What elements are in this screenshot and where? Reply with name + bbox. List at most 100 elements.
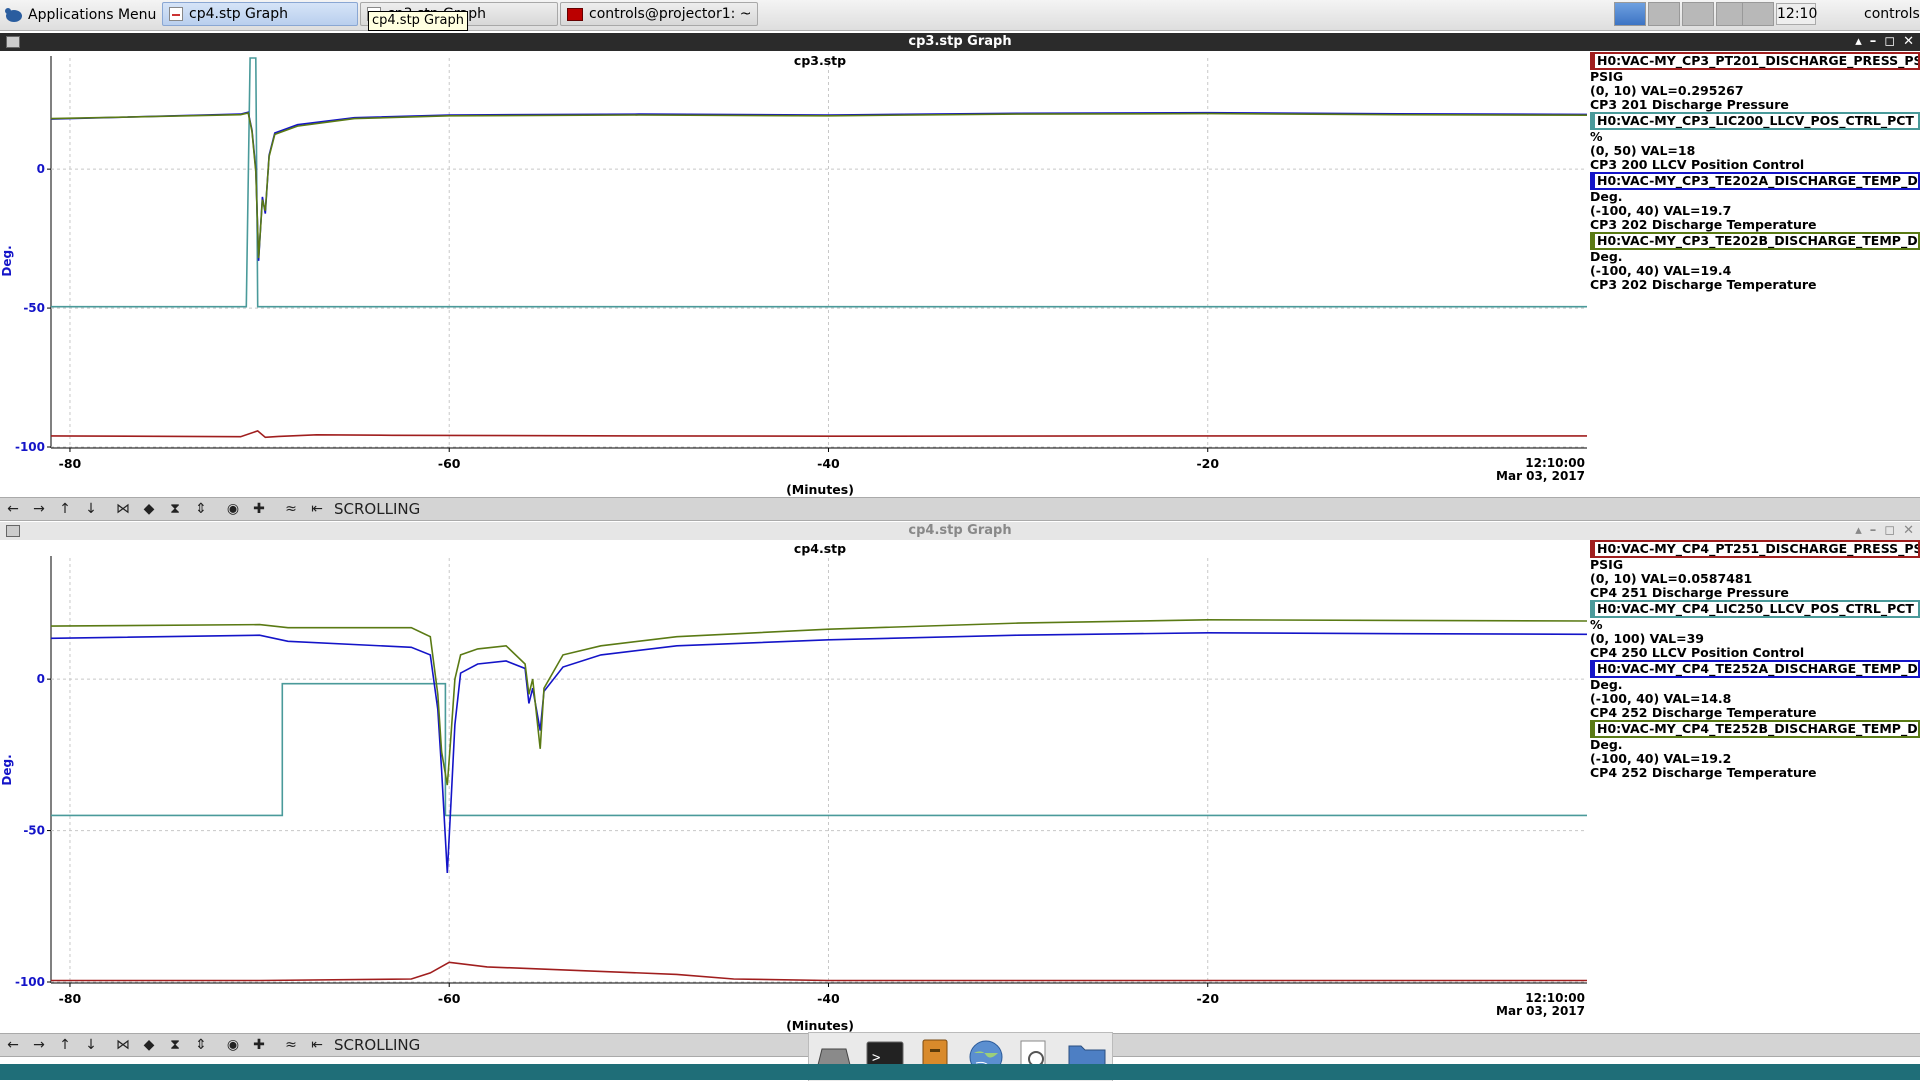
legend-channel-name[interactable]: H0:VAC-MY_CP4_PT251_DISCHARGE_PRESS_PSIG xyxy=(1590,540,1920,558)
series-line xyxy=(50,111,1587,261)
applications-menu-label: Applications Menu xyxy=(28,7,157,23)
panel-user[interactable]: controls xyxy=(1864,3,1920,25)
legend-cp3: H0:VAC-MY_CP3_PT201_DISCHARGE_PRESS_PSIG… xyxy=(1590,52,1920,292)
legend-entry: H0:VAC-MY_CP4_TE252A_DISCHARGE_TEMP_DEGC… xyxy=(1590,660,1920,720)
y-axis-label: Deg. xyxy=(0,754,14,785)
scroll-down-icon[interactable]: ↓ xyxy=(80,499,102,519)
applications-menu-button[interactable]: Applications Menu xyxy=(4,3,156,27)
zoom-in-x-icon[interactable]: ⋈ xyxy=(112,1035,134,1055)
scroll-up-icon[interactable]: ↑ xyxy=(54,499,76,519)
center-icon[interactable]: ◉ xyxy=(222,1035,244,1055)
taskbar-tooltip: cp4.stp Graph xyxy=(368,11,468,31)
window-menu-icon[interactable] xyxy=(6,36,20,48)
minimize-icon[interactable]: – xyxy=(1870,33,1877,51)
desktop-background-strip xyxy=(0,1064,1920,1080)
legend-entry: H0:VAC-MY_CP3_PT201_DISCHARGE_PRESS_PSIG… xyxy=(1590,52,1920,112)
legend-channel-name[interactable]: H0:VAC-MY_CP4_TE252B_DISCHARGE_TEMP_DEGC xyxy=(1590,720,1920,738)
zoom-out-y-icon[interactable]: ⇕ xyxy=(190,1035,212,1055)
legend-detail-line: Deg. xyxy=(1590,249,1623,264)
window-title-bar-cp3[interactable]: cp3.stp Graph ▴ – ◻ ✕ xyxy=(0,33,1920,51)
y-tick-label: -50 xyxy=(23,301,45,315)
legend-detail-line: (-100, 40) VAL=19.2 xyxy=(1590,751,1732,766)
zoom-in-y-icon[interactable]: ⧗ xyxy=(164,499,186,519)
center-icon[interactable]: ◉ xyxy=(222,499,244,519)
zoom-in-y-icon[interactable]: ⧗ xyxy=(164,1035,186,1055)
zoom-out-y-icon[interactable]: ⇕ xyxy=(190,499,212,519)
taskbar-item-label: controls@projector1: ~ xyxy=(589,6,752,22)
y-axis-label: Deg. xyxy=(0,245,14,276)
series-line xyxy=(51,57,1587,308)
taskbar-item-terminal[interactable]: controls@projector1: ~ xyxy=(560,2,758,26)
legend-detail-line: PSIG xyxy=(1590,69,1624,84)
legend-channel-name[interactable]: H0:VAC-MY_CP4_LIC250_LLCV_POS_CTRL_PCT xyxy=(1590,600,1920,618)
legend-detail-line: (0, 10) VAL=0.295267 xyxy=(1590,83,1744,98)
y-tick-label: -100 xyxy=(15,975,45,989)
date-label: Mar 03, 2017 xyxy=(1496,469,1585,483)
legend-detail-line: % xyxy=(1590,129,1603,144)
legend-detail-line: (-100, 40) VAL=19.7 xyxy=(1590,203,1732,218)
legend-channel-name[interactable]: H0:VAC-MY_CP3_PT201_DISCHARGE_PRESS_PSIG xyxy=(1590,52,1920,70)
legend-detail-line: (0, 10) VAL=0.0587481 xyxy=(1590,571,1753,586)
legend-channel-name[interactable]: H0:VAC-MY_CP3_TE202A_DISCHARGE_TEMP_DEGC xyxy=(1590,172,1920,190)
zoom-out-x-icon[interactable]: ◆ xyxy=(138,1035,160,1055)
panel-clock[interactable]: 12:10 xyxy=(1776,3,1817,25)
series-line xyxy=(50,112,1587,259)
zoom-out-x-icon[interactable]: ◆ xyxy=(138,499,160,519)
add-icon[interactable]: ✚ xyxy=(248,1035,270,1055)
scroll-left-icon[interactable]: ← xyxy=(2,1035,24,1055)
scroll-mode-label: SCROLLING xyxy=(334,1036,421,1054)
stripchart-plot-cp4[interactable]: -100 -50 0 -20 -40 -60 -80 cp4.stp Deg. (Minut… xyxy=(0,540,1587,1035)
workspace-2[interactable] xyxy=(1648,2,1680,26)
legend-channel-name[interactable]: H0:VAC-MY_CP4_TE252A_DISCHARGE_TEMP_DEGC xyxy=(1590,660,1920,678)
add-icon[interactable]: ✚ xyxy=(248,499,270,519)
legend-entry: H0:VAC-MY_CP3_TE202B_DISCHARGE_TEMP_DEGC… xyxy=(1590,232,1920,292)
legend-entry: H0:VAC-MY_CP4_TE252B_DISCHARGE_TEMP_DEGC… xyxy=(1590,720,1920,780)
legend-entry: H0:VAC-MY_CP4_LIC250_LLCV_POS_CTRL_PCT%(… xyxy=(1590,600,1920,660)
plot-title: cp3.stp xyxy=(794,53,846,68)
legend-entry: H0:VAC-MY_CP4_PT251_DISCHARGE_PRESS_PSIG… xyxy=(1590,540,1920,600)
legend-detail-line: CP3 201 Discharge Pressure xyxy=(1590,97,1789,112)
scroll-left-icon[interactable]: ← xyxy=(2,499,24,519)
autoscale-icon[interactable]: ≈ xyxy=(280,1035,302,1055)
x-axis-label: (Minutes) xyxy=(786,1018,854,1033)
legend-entry: H0:VAC-MY_CP3_TE202A_DISCHARGE_TEMP_DEGC… xyxy=(1590,172,1920,232)
series-line xyxy=(51,682,1587,817)
window-title: cp4.stp Graph xyxy=(908,523,1012,538)
close-icon[interactable]: ✕ xyxy=(1903,33,1914,51)
scroll-up-icon[interactable]: ↑ xyxy=(54,1035,76,1055)
workspace-1[interactable] xyxy=(1614,2,1646,26)
window-title-bar-cp4[interactable]: cp4.stp Graph ▴ – ◻ ✕ xyxy=(0,522,1920,540)
legend-channel-name[interactable]: H0:VAC-MY_CP3_LIC200_LLCV_POS_CTRL_PCT xyxy=(1590,112,1920,130)
rewind-icon[interactable]: ⇤ xyxy=(306,499,328,519)
legend-channel-name[interactable]: H0:VAC-MY_CP3_TE202B_DISCHARGE_TEMP_DEGC xyxy=(1590,232,1920,250)
scroll-mode-label: SCROLLING xyxy=(334,500,421,518)
date-label: Mar 03, 2017 xyxy=(1496,1004,1585,1018)
xfce-mouse-icon xyxy=(5,8,22,22)
rewind-icon[interactable]: ⇤ xyxy=(306,1035,328,1055)
maximize-icon[interactable]: ◻ xyxy=(1884,522,1895,540)
terminal-app-icon xyxy=(567,7,583,21)
taskbar-item-cp4-graph[interactable]: cp4.stp Graph xyxy=(162,2,358,26)
legend-detail-line: (-100, 40) VAL=14.8 xyxy=(1590,691,1732,706)
legend-detail-line: CP3 200 LLCV Position Control xyxy=(1590,157,1805,172)
minimize-icon[interactable]: – xyxy=(1870,522,1877,540)
workspace-3[interactable] xyxy=(1682,2,1714,26)
maximize-icon[interactable]: ◻ xyxy=(1884,33,1895,51)
x-tick-label: -80 xyxy=(59,991,82,1006)
legend-detail-line: Deg. xyxy=(1590,737,1623,752)
autoscale-icon[interactable]: ≈ xyxy=(280,499,302,519)
shade-icon[interactable]: ▴ xyxy=(1855,522,1862,540)
scroll-right-icon[interactable]: → xyxy=(28,1035,50,1055)
window-title: cp3.stp Graph xyxy=(908,34,1012,49)
scroll-down-icon[interactable]: ↓ xyxy=(80,1035,102,1055)
workspace-5[interactable] xyxy=(1742,2,1774,26)
close-icon[interactable]: ✕ xyxy=(1903,522,1914,540)
window-menu-icon[interactable] xyxy=(6,525,20,537)
stripchart-plot-cp3[interactable]: -100 -50 0 -20 -40 -60 -80 cp3.stp Deg. (Minut… xyxy=(0,51,1587,498)
shade-icon[interactable]: ▴ xyxy=(1855,33,1862,51)
legend-detail-line: CP4 252 Discharge Temperature xyxy=(1590,765,1817,780)
legend-detail-line: (0, 100) VAL=39 xyxy=(1590,631,1705,646)
zoom-in-x-icon[interactable]: ⋈ xyxy=(112,499,134,519)
scroll-right-icon[interactable]: → xyxy=(28,499,50,519)
top-panel: Applications Menu cp4.stp Graph cp3.stp … xyxy=(0,0,1920,31)
